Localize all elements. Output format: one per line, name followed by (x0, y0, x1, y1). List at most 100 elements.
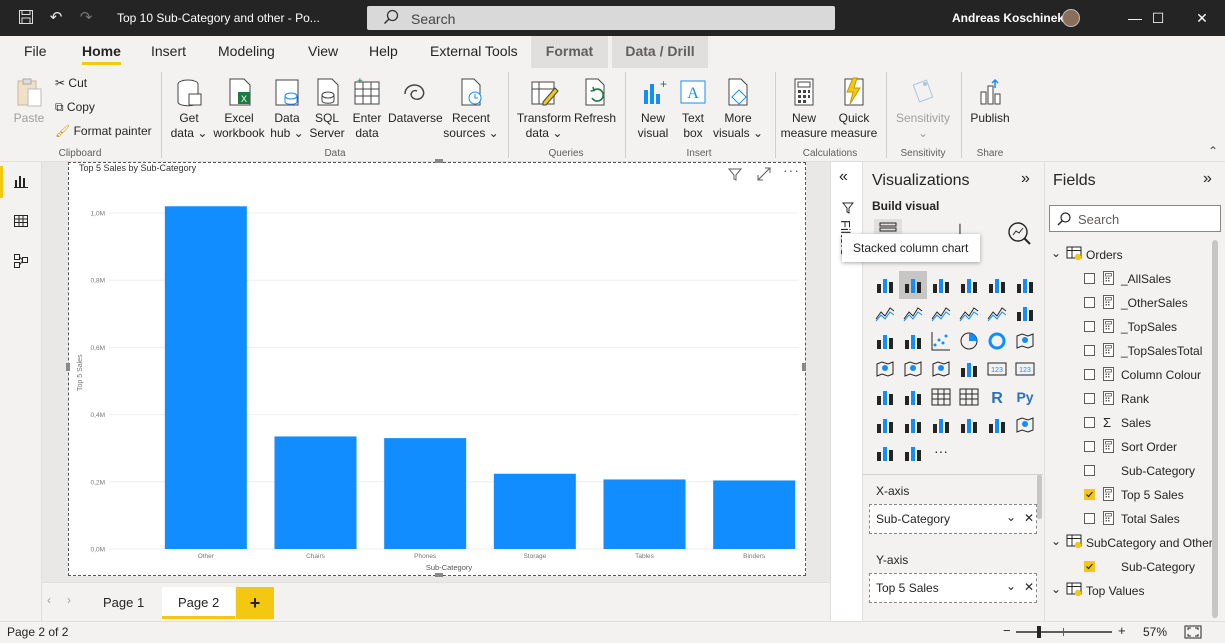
fit-to-page-icon[interactable] (1184, 625, 1202, 639)
smart-narrative-icon[interactable] (958, 414, 980, 436)
field-item[interactable]: _TopSales (1045, 316, 1210, 340)
tab-format[interactable]: Format (531, 36, 608, 68)
chevron-down-icon[interactable]: ⌄ (1006, 579, 1016, 593)
field-item[interactable]: Σ Sales (1045, 412, 1210, 436)
collapse-ribbon-icon[interactable]: ⌃ (1208, 144, 1218, 158)
sql-server-button[interactable]: SQL Server (306, 76, 348, 141)
100-stacked-column-chart-icon[interactable] (1014, 274, 1036, 296)
undo-icon[interactable]: ↶ (47, 9, 65, 27)
field-item[interactable]: _AllSales (1045, 268, 1210, 292)
card-icon[interactable]: 123 (986, 358, 1008, 380)
gauge-icon[interactable] (958, 358, 980, 380)
maximize-icon[interactable]: ☐ (1135, 0, 1181, 36)
line-chart-icon[interactable] (874, 302, 896, 324)
field-checkbox[interactable] (1084, 417, 1095, 428)
bar-chairs[interactable] (274, 436, 357, 549)
prev-page-icon[interactable]: ‹ (47, 593, 51, 607)
zoom-slider-thumb[interactable] (1037, 626, 1041, 638)
field-item[interactable]: Total Sales (1045, 508, 1210, 532)
pie-chart-icon[interactable] (958, 330, 980, 352)
dataverse-button[interactable]: Dataverse (388, 76, 443, 126)
zoom-slider-track[interactable] (1016, 631, 1112, 633)
python-visual-icon[interactable]: Py (1014, 386, 1036, 408)
field-item[interactable]: Sub-Category (1045, 460, 1210, 484)
multi-row-card-icon[interactable]: 123 (1014, 358, 1036, 380)
line-and-clustered-column-chart-icon[interactable] (986, 302, 1008, 324)
scatter-chart-icon[interactable] (930, 330, 952, 352)
kpi-icon[interactable] (874, 386, 896, 408)
quick-measure-button[interactable]: Quick measure (830, 76, 878, 141)
report-view-icon[interactable] (13, 173, 29, 189)
copy-button[interactable]: ⧉ Copy (55, 100, 95, 115)
new-visual-button[interactable]: + New visual (633, 76, 673, 141)
remove-field-icon[interactable]: ✕ (1024, 580, 1034, 594)
table-icon[interactable] (930, 386, 952, 408)
r-visual-icon[interactable]: R (986, 386, 1008, 408)
filters-pane-collapsed[interactable]: « Filters (830, 162, 862, 621)
paginated-report-icon[interactable] (986, 414, 1008, 436)
bar-other[interactable] (164, 206, 247, 549)
stacked-column-chart-icon[interactable] (902, 274, 924, 296)
slicer-icon[interactable] (902, 386, 924, 408)
add-page-button[interactable]: + (236, 587, 274, 619)
tab-modeling[interactable]: Modeling (210, 36, 283, 68)
shape-map-icon[interactable] (930, 358, 952, 380)
remove-field-icon[interactable]: ✕ (1024, 511, 1034, 525)
line-and-column-chart-icon[interactable] (958, 302, 980, 324)
more-visuals-button[interactable]: More visuals ⌄ (712, 76, 764, 141)
tab-data-drill[interactable]: Data / Drill (612, 36, 708, 68)
map-icon[interactable] (874, 358, 896, 380)
bar-tables[interactable] (603, 479, 686, 549)
donut-chart-icon[interactable] (986, 330, 1008, 352)
x-axis-well[interactable]: Sub-Category ⌄ ✕ (869, 504, 1037, 534)
field-checkbox[interactable] (1084, 345, 1095, 356)
decomposition-tree-icon[interactable] (902, 414, 924, 436)
tab-insert[interactable]: Insert (143, 36, 194, 68)
key-influencers-icon[interactable] (874, 414, 896, 436)
data-hub-button[interactable]: Data hub ⌄ (268, 76, 306, 141)
table-node[interactable]: ⌄ SubCategory and Other (1045, 532, 1213, 556)
chevron-down-icon[interactable]: ⌄ (1006, 510, 1016, 524)
arcgis-map-icon[interactable] (1014, 414, 1036, 436)
tab-home[interactable]: Home (74, 36, 129, 68)
tab-file[interactable]: File (16, 36, 55, 68)
field-checkbox[interactable] (1084, 441, 1095, 452)
scrollbar[interactable] (1037, 475, 1042, 519)
recent-sources-button[interactable]: Recent sources ⌄ (443, 76, 499, 141)
fields-search-input[interactable]: Search (1049, 205, 1221, 232)
page-tab-2[interactable]: Page 2 (162, 587, 236, 619)
stacked-area-chart-icon[interactable] (930, 302, 952, 324)
chevron-down-icon[interactable]: ⌄ (1051, 534, 1061, 548)
transform-data-button[interactable]: Transform data ⌄ (516, 76, 572, 141)
text-box-button[interactable]: A Text box (676, 76, 710, 141)
area-chart-icon[interactable] (902, 302, 924, 324)
field-checkbox[interactable] (1084, 513, 1095, 524)
expand-filters-icon[interactable]: « (839, 168, 848, 186)
field-item[interactable]: Sub-Category (1045, 556, 1210, 580)
model-view-icon[interactable] (13, 253, 29, 269)
search-box[interactable]: Search (367, 6, 835, 30)
redo-icon[interactable]: ↷ (77, 9, 95, 27)
zoom-in-icon[interactable]: + (1118, 623, 1126, 638)
collapse-pane-icon[interactable]: » (1021, 170, 1030, 188)
qa-icon[interactable] (930, 414, 952, 436)
refresh-button[interactable]: Refresh (573, 76, 617, 126)
chevron-down-icon[interactable]: ⌄ (1051, 246, 1061, 260)
tab-external-tools[interactable]: External Tools (422, 36, 526, 68)
field-item[interactable]: Top 5 Sales (1045, 484, 1210, 508)
format-painter-button[interactable]: 🖌 Format painter (55, 124, 152, 138)
matrix-icon[interactable] (958, 386, 980, 408)
funnel-chart-icon[interactable] (902, 330, 924, 352)
save-icon[interactable] (17, 9, 35, 27)
field-checkbox[interactable] (1084, 465, 1095, 476)
bar-phones[interactable] (384, 438, 467, 549)
field-checkbox[interactable] (1084, 321, 1095, 332)
analytics-tab-icon[interactable] (1006, 220, 1032, 249)
field-checkbox[interactable] (1084, 273, 1095, 284)
tab-help[interactable]: Help (361, 36, 406, 68)
treemap-icon[interactable] (1014, 330, 1036, 352)
excel-workbook-button[interactable]: X Excel workbook (210, 76, 268, 141)
clustered-column-chart-icon[interactable] (958, 274, 980, 296)
scrollbar[interactable] (1212, 240, 1218, 618)
field-checkbox[interactable] (1084, 489, 1095, 500)
